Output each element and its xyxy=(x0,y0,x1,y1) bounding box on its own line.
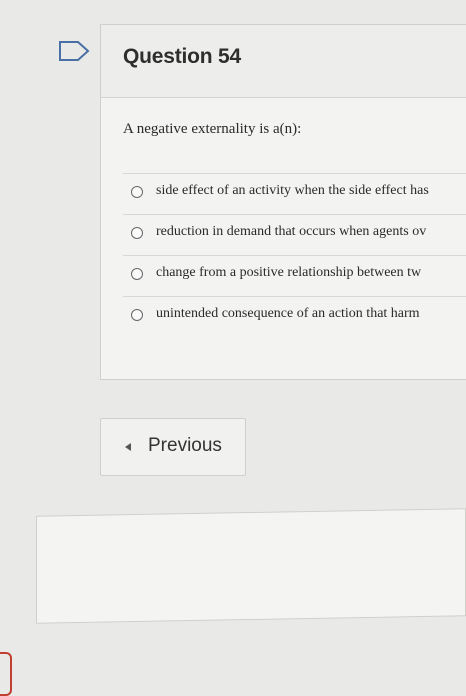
flag-icon[interactable] xyxy=(58,40,90,62)
answer-option-3[interactable]: change from a positive relationship betw… xyxy=(123,255,466,294)
caret-left-icon xyxy=(125,443,131,451)
radio-button-icon[interactable] xyxy=(131,268,143,280)
question-prompt: A negative externality is a(n): xyxy=(123,121,302,137)
question-card: Question 54 A negative externality is a(… xyxy=(100,24,466,380)
answer-option-4[interactable]: unintended consequence of an action that… xyxy=(123,296,466,335)
radio-button-icon[interactable] xyxy=(131,227,143,239)
corner-mark xyxy=(0,652,12,696)
question-header: Question 54 xyxy=(101,25,466,98)
previous-button[interactable]: Previous xyxy=(100,418,246,476)
answer-option-2[interactable]: reduction in demand that occurs when age… xyxy=(123,214,466,253)
answer-option-1[interactable]: side effect of an activity when the side… xyxy=(123,173,466,212)
answer-option-label: unintended consequence of an action that… xyxy=(156,306,420,321)
answer-option-label: change from a positive relationship betw… xyxy=(156,265,422,280)
answer-option-label: side effect of an activity when the side… xyxy=(156,183,429,198)
radio-button-icon[interactable] xyxy=(131,186,143,198)
question-title: Question 54 xyxy=(123,45,241,68)
previous-button-label: Previous xyxy=(148,435,222,456)
footer-panel xyxy=(36,508,466,624)
answer-option-label: reduction in demand that occurs when age… xyxy=(156,224,427,239)
radio-button-icon[interactable] xyxy=(131,309,143,321)
